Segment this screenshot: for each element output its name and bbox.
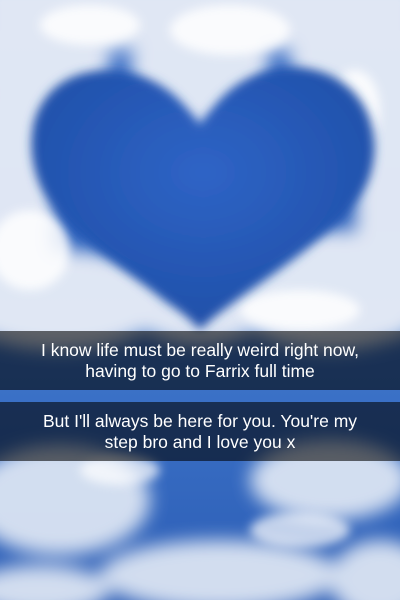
- caption-line: I know life must be really weird right n…: [40, 339, 360, 360]
- caption-line: But I'll always be here for you. You're …: [42, 410, 358, 431]
- sky-photo: [0, 0, 400, 600]
- caption-line: having to go to Farrix full time: [85, 360, 315, 381]
- caption-bar: But I'll always be here for you. You're …: [0, 402, 400, 461]
- snap-view[interactable]: I know life must be really weird right n…: [0, 0, 400, 600]
- caption-bar: I know life must be really weird right n…: [0, 331, 400, 390]
- caption-line: step bro and I love you x: [104, 431, 296, 452]
